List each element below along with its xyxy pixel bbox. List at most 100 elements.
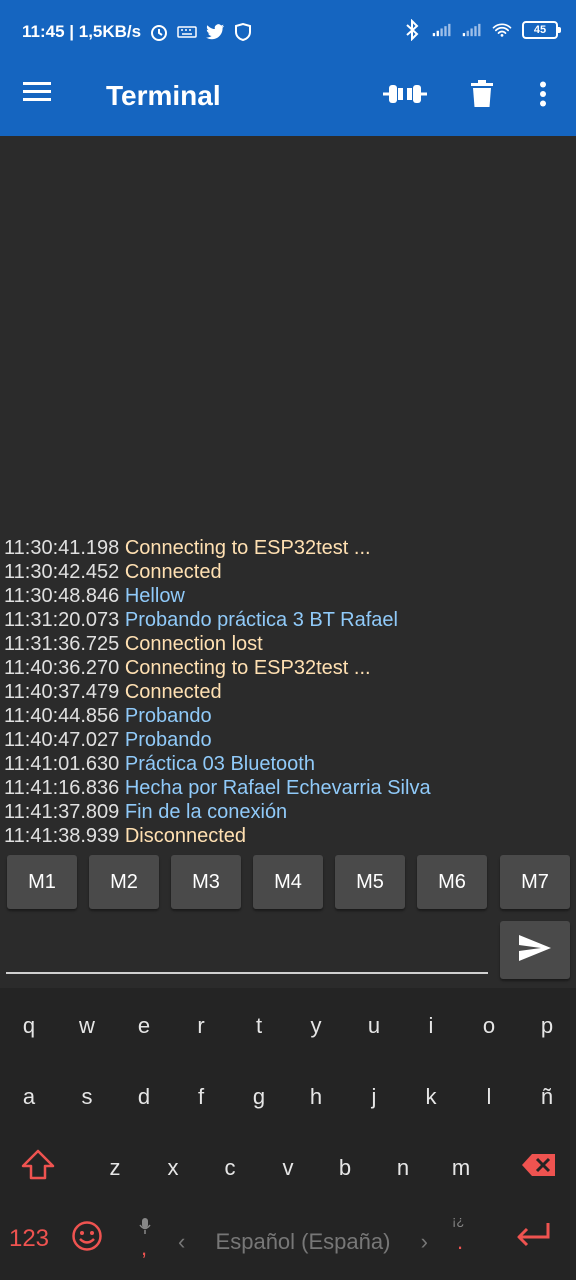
line-timestamp: 11:40:37.479 [4, 681, 120, 703]
line-text: Probando [124, 729, 212, 751]
signal-icon [432, 20, 452, 40]
key-y[interactable]: y [291, 996, 341, 1056]
keyboard-row-3: zxcvbnm [0, 1138, 576, 1198]
key-ñ[interactable]: ñ [522, 1067, 572, 1127]
terminal-line: 11:41:37.809 Fin de la conexión [4, 800, 574, 824]
macro-buttons: M1 M2 M3 M4 M5 M6 M7 [0, 852, 576, 912]
macro-button-m5[interactable]: M5 [335, 855, 405, 909]
space-bar[interactable]: ‹ Español (España) › [178, 1227, 428, 1257]
status-bar-right: 45 [402, 19, 561, 41]
macro-button-m4[interactable]: M4 [253, 855, 323, 909]
page-title: Terminal [106, 80, 221, 111]
key-m[interactable]: m [436, 1138, 486, 1198]
key-p[interactable]: p [522, 996, 572, 1056]
more-vert-icon [539, 81, 547, 112]
key-o[interactable]: o [464, 996, 514, 1056]
terminal-line: 11:41:38.939 Disconnected [4, 824, 574, 848]
line-timestamp: 11:40:47.027 [4, 729, 120, 751]
line-timestamp: 11:30:41.198 [4, 537, 120, 559]
line-timestamp: 11:41:38.939 [4, 825, 120, 847]
shield-icon [233, 22, 253, 42]
key-q[interactable]: q [4, 996, 54, 1056]
app-bar: Terminal [0, 56, 576, 136]
key-j[interactable]: j [349, 1067, 399, 1127]
period-key[interactable]: ¡¿ . [436, 1209, 486, 1269]
line-text: Probando práctica 3 BT Rafael [124, 609, 398, 631]
key-v[interactable]: v [263, 1138, 313, 1198]
terminal-line: 11:30:41.198 Connecting to ESP32test ... [4, 536, 574, 560]
shift-key[interactable] [13, 1138, 63, 1198]
period-label: . [457, 1229, 464, 1254]
macro-button-m6[interactable]: M6 [417, 855, 487, 909]
key-k[interactable]: k [406, 1067, 456, 1127]
connect-button[interactable] [380, 76, 430, 116]
language-next-icon[interactable]: › [421, 1229, 428, 1255]
line-timestamp: 11:40:36.270 [4, 657, 120, 679]
key-c[interactable]: c [205, 1138, 255, 1198]
key-x[interactable]: x [148, 1138, 198, 1198]
line-text: Hecha por Rafael Echevarria Silva [124, 777, 431, 799]
line-timestamp: 11:31:20.073 [4, 609, 120, 631]
language-prev-icon[interactable]: ‹ [178, 1229, 185, 1255]
punctuation-hint: ¡¿ [452, 1213, 465, 1228]
terminal-line: 11:31:36.725 Connection lost [4, 632, 574, 656]
clear-button[interactable] [464, 76, 500, 116]
macro-button-m7[interactable]: M7 [500, 855, 570, 909]
emoji-icon [71, 1220, 103, 1258]
send-icon [518, 934, 552, 967]
key-d[interactable]: d [119, 1067, 169, 1127]
macro-button-m2[interactable]: M2 [89, 855, 159, 909]
enter-icon [514, 1221, 552, 1257]
key-r[interactable]: r [176, 996, 226, 1056]
key-u[interactable]: u [349, 996, 399, 1056]
key-s[interactable]: s [62, 1067, 112, 1127]
emoji-key[interactable] [62, 1209, 112, 1269]
key-l[interactable]: l [464, 1067, 514, 1127]
plug-icon [381, 80, 429, 113]
status-bar-left: 11:45 | 1,5KB/s [22, 22, 253, 42]
key-n[interactable]: n [378, 1138, 428, 1198]
key-g[interactable]: g [234, 1067, 284, 1127]
terminal-line: 11:40:47.027 Probando [4, 728, 574, 752]
key-h[interactable]: h [291, 1067, 341, 1127]
backspace-icon [521, 1153, 557, 1183]
macro-button-m1[interactable]: M1 [7, 855, 77, 909]
trash-icon [471, 79, 493, 113]
keyboard-row-1: qwertyuiop [0, 996, 576, 1056]
enter-key[interactable] [508, 1209, 558, 1269]
shift-icon [20, 1149, 56, 1187]
key-z[interactable]: z [90, 1138, 140, 1198]
line-timestamp: 11:30:42.452 [4, 561, 120, 583]
line-text: Connection lost [124, 633, 263, 655]
send-text-input[interactable] [6, 924, 488, 974]
numbers-key[interactable]: 123 [4, 1209, 54, 1269]
key-w[interactable]: w [62, 996, 112, 1056]
key-e[interactable]: e [119, 996, 169, 1056]
language-label: Español (España) [215, 1229, 391, 1254]
terminal-line: 11:40:37.479 Connected [4, 680, 574, 704]
terminal-line: 11:30:42.452 Connected [4, 560, 574, 584]
line-timestamp: 11:41:16.836 [4, 777, 120, 799]
line-text: Hellow [124, 585, 185, 607]
hamburger-icon[interactable] [22, 80, 58, 112]
terminal-line: 11:41:01.630 Práctica 03 Bluetooth [4, 752, 574, 776]
status-bar: 11:45 | 1,5KB/s 45 [0, 0, 576, 56]
macro-button-m3[interactable]: M3 [171, 855, 241, 909]
keyboard-row-2: asdfghjklñ [0, 1067, 576, 1127]
send-button[interactable] [500, 921, 570, 979]
key-i[interactable]: i [406, 996, 456, 1056]
line-timestamp: 11:30:48.846 [4, 585, 120, 607]
key-t[interactable]: t [234, 996, 284, 1056]
more-options-button[interactable] [530, 76, 556, 116]
key-b[interactable]: b [320, 1138, 370, 1198]
backspace-key[interactable] [514, 1138, 564, 1198]
terminal-output[interactable]: 11:30:41.198 Connecting to ESP32test ...… [0, 136, 576, 850]
alarm-icon [149, 22, 169, 42]
key-a[interactable]: a [4, 1067, 54, 1127]
line-text: Connected [124, 561, 222, 583]
key-f[interactable]: f [176, 1067, 226, 1127]
send-row [0, 916, 576, 988]
terminal-line: 11:40:36.270 Connecting to ESP32test ... [4, 656, 574, 680]
line-timestamp: 11:41:01.630 [4, 753, 120, 775]
comma-key[interactable]: , [120, 1209, 170, 1269]
